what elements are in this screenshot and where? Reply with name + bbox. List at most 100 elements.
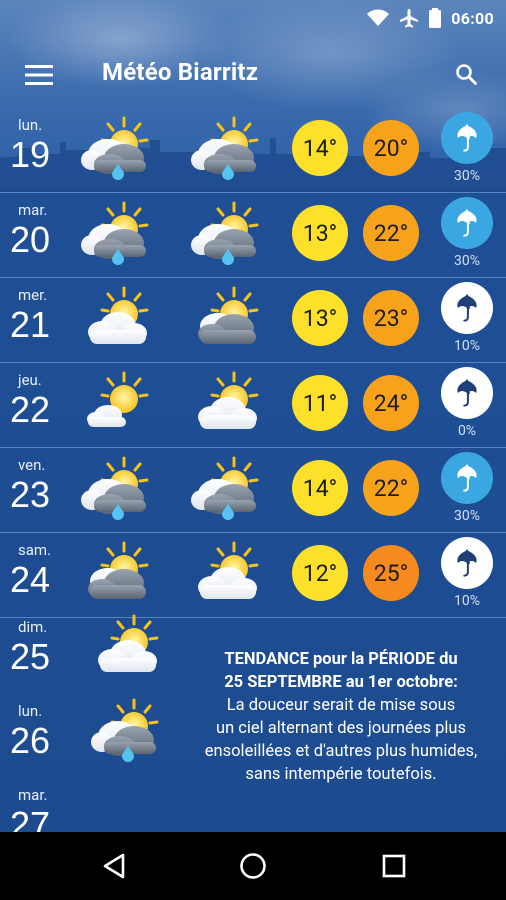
sun-cloud-icon [78, 284, 154, 350]
wifi-icon [367, 9, 390, 26]
day-name: lun. [18, 116, 43, 134]
day-number: 23 [10, 474, 51, 515]
trend-body-line3: ensoleillées et d'autres plus humides, [204, 742, 478, 761]
forecast-row[interactable]: jeu. 22 11° 24° 0% [0, 363, 506, 448]
sun-cloud-rain-icon [188, 114, 264, 180]
day-number: 22 [10, 389, 51, 430]
temp-max-badge: 20° [363, 120, 419, 176]
forecast-row[interactable]: lun. 19 14° 20° 30% [0, 108, 506, 193]
day-label: mer. 21 [10, 286, 84, 344]
app-bar: Météo Biarritz [0, 36, 506, 112]
forecast-row[interactable]: ven. 23 14° 22° 30% [0, 448, 506, 533]
status-time: 06:00 [451, 8, 494, 28]
sun-cloud-rain-icon [88, 696, 164, 762]
day-label: mar. 20 [10, 201, 84, 259]
app-title: Météo Biarritz [102, 58, 259, 86]
rain-badge [441, 197, 493, 249]
day-name: mar. [18, 786, 48, 804]
temp-max-badge: 23° [363, 290, 419, 346]
battery-icon [429, 8, 442, 28]
sun-cloud-rain-icon [78, 199, 154, 265]
hamburger-menu-icon [25, 65, 53, 85]
temp-min-badge: 14° [292, 460, 348, 516]
trend-text: TENDANCE pour la PÉRIODE du 25 SEPTEMBRE… [176, 648, 506, 786]
day-number: 25 [10, 636, 51, 677]
status-icons: 06:00 [367, 6, 494, 30]
day-name: dim. [18, 618, 48, 636]
back-button[interactable] [94, 846, 134, 886]
recents-button[interactable] [374, 846, 414, 886]
sun-dark-cloud-icon [78, 539, 154, 605]
trend-heading-line2: 25 SEPTEMBRE au 1er octobre: [224, 673, 458, 692]
umbrella-navy-icon [449, 290, 485, 326]
menu-button[interactable] [22, 58, 56, 92]
day-name: sam. [18, 541, 52, 559]
trend-heading-line1: TENDANCE pour la PÉRIODE du [224, 650, 458, 669]
day-label: sam. 24 [10, 541, 84, 599]
umbrella-navy-icon [449, 375, 485, 411]
temp-min-badge: 11° [292, 375, 348, 431]
sun-cloud-rain-icon [78, 454, 154, 520]
sun-cloud-icon [88, 612, 164, 678]
app-screen: 06:00 Météo Biarritz lun. 19 14° 20° 30%… [0, 0, 506, 832]
forecast-row[interactable]: mer. 21 13° 23° 10% [0, 278, 506, 363]
rain-probability: 30% [454, 508, 480, 524]
search-button[interactable] [450, 58, 482, 90]
airplane-mode-icon [400, 9, 419, 28]
home-button[interactable] [233, 846, 273, 886]
home-icon [240, 853, 266, 879]
rain-probability: 0% [457, 423, 477, 439]
rain-badge [441, 537, 493, 589]
recents-icon [382, 854, 406, 878]
day-name: lun. [18, 702, 43, 720]
day-label: lun. 26 [10, 702, 84, 760]
temp-min-badge: 12° [292, 545, 348, 601]
forecast-row[interactable]: mar. 20 13° 22° 30% [0, 193, 506, 278]
temp-max-badge: 25° [363, 545, 419, 601]
trend-body-line4: sans intempérie toutefois. [245, 765, 437, 784]
day-number: 27 [10, 804, 51, 833]
sun-small-cloud-icon [78, 369, 154, 435]
rain-badge [441, 452, 493, 504]
sun-cloud-rain-icon [78, 114, 154, 180]
trend-body-line2: un ciel alternant des journées plus [215, 719, 467, 738]
day-number: 19 [10, 134, 51, 175]
sun-cloud-rain-icon [188, 454, 264, 520]
trend-body-line1: La douceur serait de mise sous [226, 696, 456, 715]
status-bar: 06:00 [0, 0, 506, 36]
sun-cloud-rain-icon [188, 199, 264, 265]
day-number: 21 [10, 304, 51, 345]
day-number: 20 [10, 219, 51, 260]
umbrella-white-icon [449, 205, 485, 241]
day-label: lun. 19 [10, 116, 84, 174]
temp-min-badge: 14° [292, 120, 348, 176]
day-number: 24 [10, 559, 51, 600]
rain-probability: 10% [454, 338, 480, 354]
forecast-row[interactable]: sam. 24 12° 25° 10% [0, 533, 506, 618]
forecast-list: lun. 19 14° 20° 30% mar. 20 13° 22° 30% … [0, 108, 506, 618]
temp-max-badge: 24° [363, 375, 419, 431]
sun-cloud-icon [188, 539, 264, 605]
search-icon [456, 64, 477, 85]
day-label: mar. 27 [10, 786, 84, 832]
rain-probability: 10% [454, 593, 480, 609]
rain-probability: 30% [454, 168, 480, 184]
day-number: 26 [10, 720, 51, 761]
umbrella-navy-icon [449, 545, 485, 581]
temp-min-badge: 13° [292, 290, 348, 346]
sun-dark-cloud-icon [188, 284, 264, 350]
day-name: mer. [18, 286, 48, 304]
temp-max-badge: 22° [363, 460, 419, 516]
rain-badge [441, 112, 493, 164]
temp-min-badge: 13° [292, 205, 348, 261]
sun-cloud-icon [188, 369, 264, 435]
day-name: mar. [18, 201, 48, 219]
day-name: ven. [18, 456, 46, 474]
rain-probability: 30% [454, 253, 480, 269]
umbrella-white-icon [449, 460, 485, 496]
umbrella-white-icon [449, 120, 485, 156]
rain-badge [441, 282, 493, 334]
day-label: ven. 23 [10, 456, 84, 514]
temp-max-badge: 22° [363, 205, 419, 261]
day-label: jeu. 22 [10, 371, 84, 429]
